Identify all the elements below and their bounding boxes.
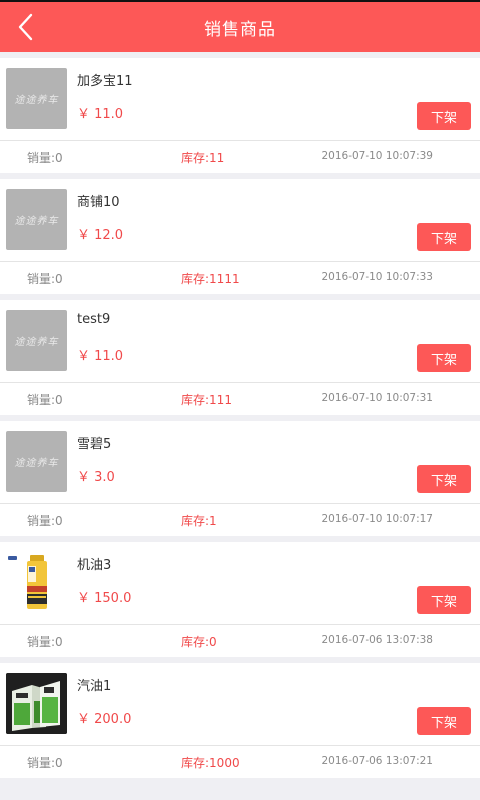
product-stats: 销量:0 库存:1 2016-07-10 10:07:17 — [0, 503, 480, 536]
stock-count: 库存:1111 — [181, 272, 240, 286]
stock-count: 库存:111 — [181, 393, 232, 407]
product-list: 途途养车 加多宝11 ￥ 11.0 下架 销量:0 库存:11 2016-07-… — [0, 52, 480, 778]
product-name: 雪碧5 — [77, 437, 112, 452]
back-button[interactable] — [6, 7, 46, 47]
product-info: 途途养车 商铺10 ￥ 12.0 下架 — [0, 179, 480, 261]
product-info: 途途养车 雪碧5 ￥ 3.0 下架 — [0, 421, 480, 503]
product-price: ￥ 12.0 — [77, 228, 124, 243]
listing-date: 2016-07-06 13:07:38 — [321, 634, 433, 646]
listing-date: 2016-07-06 13:07:21 — [321, 755, 433, 767]
stock-count: 库存:1 — [181, 514, 217, 528]
product-card[interactable]: 机油3 ￥ 150.0 下架 销量:0 库存:0 2016-07-06 13:0… — [0, 542, 480, 657]
stock-count: 库存:0 — [181, 635, 217, 649]
sales-count: 销量:0 — [27, 151, 63, 165]
product-info: 途途养车 加多宝11 ￥ 11.0 下架 — [0, 58, 480, 140]
product-stats: 销量:0 库存:1111 2016-07-10 10:07:33 — [0, 261, 480, 294]
product-info: 汽油1 ￥ 200.0 下架 — [0, 663, 480, 745]
product-card[interactable]: 汽油1 ￥ 200.0 下架 销量:0 库存:1000 2016-07-06 1… — [0, 663, 480, 778]
product-thumbnail — [6, 552, 67, 613]
product-thumbnail — [6, 673, 67, 734]
product-info: 途途养车 test9 ￥ 11.0 下架 — [0, 300, 480, 382]
listing-date: 2016-07-10 10:07:39 — [321, 150, 433, 162]
product-name: 商铺10 — [77, 195, 120, 210]
sales-count: 销量:0 — [27, 756, 63, 770]
placeholder-logo: 途途养车 — [14, 95, 59, 106]
delist-button[interactable]: 下架 — [417, 102, 471, 130]
product-name: 加多宝11 — [77, 74, 133, 89]
product-thumbnail: 途途养车 — [6, 431, 67, 492]
product-price: ￥ 3.0 — [77, 470, 115, 485]
delist-button[interactable]: 下架 — [417, 223, 471, 251]
chevron-left-icon — [18, 13, 33, 41]
listing-date: 2016-07-10 10:07:17 — [321, 513, 433, 525]
product-card[interactable]: 途途养车 加多宝11 ￥ 11.0 下架 销量:0 库存:11 2016-07-… — [0, 58, 480, 173]
sales-count: 销量:0 — [27, 514, 63, 528]
oil-bottle-image — [8, 555, 47, 609]
product-name: test9 — [77, 312, 111, 327]
product-card[interactable]: 途途养车 商铺10 ￥ 12.0 下架 销量:0 库存:1111 2016-07… — [0, 179, 480, 294]
product-thumbnail: 途途养车 — [6, 189, 67, 250]
product-stats: 销量:0 库存:1000 2016-07-06 13:07:21 — [0, 745, 480, 778]
listing-date: 2016-07-10 10:07:33 — [321, 271, 433, 283]
product-thumbnail: 途途养车 — [6, 310, 67, 371]
page-title: 销售商品 — [204, 19, 276, 40]
product-stats: 销量:0 库存:111 2016-07-10 10:07:31 — [0, 382, 480, 415]
product-stats: 销量:0 库存:11 2016-07-10 10:07:39 — [0, 140, 480, 173]
product-info: 机油3 ￥ 150.0 下架 — [0, 542, 480, 624]
delist-button[interactable]: 下架 — [417, 707, 471, 735]
placeholder-logo: 途途养车 — [14, 458, 59, 469]
app-header: 销售商品 — [0, 2, 480, 52]
product-thumbnail: 途途养车 — [6, 68, 67, 129]
product-name: 汽油1 — [77, 679, 112, 694]
sales-count: 销量:0 — [27, 635, 63, 649]
product-name: 机油3 — [77, 558, 112, 573]
product-card[interactable]: 途途养车 test9 ￥ 11.0 下架 销量:0 库存:111 2016-07… — [0, 300, 480, 415]
product-price: ￥ 11.0 — [77, 107, 124, 122]
delist-button[interactable]: 下架 — [417, 465, 471, 493]
sales-count: 销量:0 — [27, 272, 63, 286]
product-price: ￥ 150.0 — [77, 591, 132, 606]
placeholder-logo: 途途养车 — [14, 216, 59, 227]
delist-button[interactable]: 下架 — [417, 586, 471, 614]
delist-button[interactable]: 下架 — [417, 344, 471, 372]
listing-date: 2016-07-10 10:07:31 — [321, 392, 433, 404]
product-stats: 销量:0 库存:0 2016-07-06 13:07:38 — [0, 624, 480, 657]
fuel-box-image — [6, 673, 67, 734]
product-price: ￥ 11.0 — [77, 349, 124, 364]
stock-count: 库存:1000 — [181, 756, 240, 770]
sales-count: 销量:0 — [27, 393, 63, 407]
stock-count: 库存:11 — [181, 151, 225, 165]
product-price: ￥ 200.0 — [77, 712, 132, 727]
placeholder-logo: 途途养车 — [14, 337, 59, 348]
product-card[interactable]: 途途养车 雪碧5 ￥ 3.0 下架 销量:0 库存:1 2016-07-10 1… — [0, 421, 480, 536]
